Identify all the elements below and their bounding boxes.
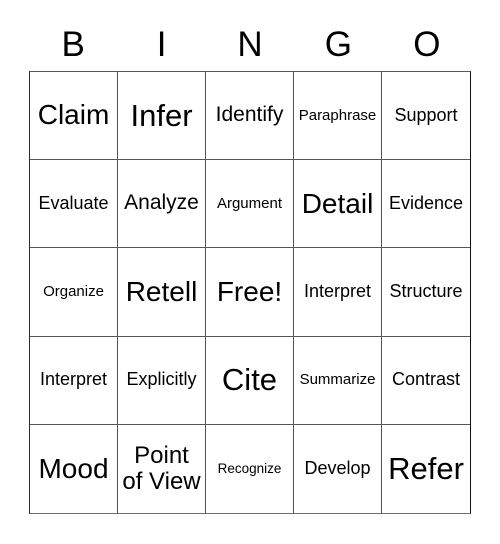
bingo-cell[interactable]: Interpret xyxy=(30,336,118,425)
bingo-cell[interactable]: Summarize xyxy=(294,336,382,425)
bingo-cell[interactable]: Claim xyxy=(30,72,118,161)
bingo-cell-label: Develop xyxy=(304,458,371,479)
bingo-cell[interactable]: Cite xyxy=(206,336,294,425)
bingo-cell-label: Structure xyxy=(389,281,463,302)
bingo-cell-label: Evidence xyxy=(388,193,464,214)
bingo-cell-label: Interpret xyxy=(39,369,108,390)
bingo-cell[interactable]: Support xyxy=(382,72,470,161)
bingo-cell[interactable]: Contrast xyxy=(382,336,470,425)
bingo-grid: Claim Infer Identify Paraphrase Support … xyxy=(29,71,471,514)
bingo-cell[interactable]: Infer xyxy=(118,72,206,161)
bingo-cell-label: Recognize xyxy=(217,460,282,476)
bingo-cell[interactable]: Point of View xyxy=(118,424,206,513)
bingo-cell-label: Point of View xyxy=(122,441,201,495)
header-letter-o: O xyxy=(413,25,441,64)
header-letter-g: G xyxy=(324,25,353,64)
bingo-cell[interactable]: Identify xyxy=(206,72,294,161)
bingo-cell-label: Interpret xyxy=(303,281,372,302)
bingo-cell-label: Paraphrase xyxy=(298,106,377,124)
bingo-cell-label: Support xyxy=(394,104,458,125)
bingo-cell-label: Analyze xyxy=(124,191,199,215)
bingo-cell-label: Cite xyxy=(221,362,278,398)
bingo-cell[interactable]: Retell xyxy=(118,248,206,337)
bingo-cell-label: Claim xyxy=(37,99,110,131)
bingo-cell-label: Infer xyxy=(130,97,193,133)
bingo-cell[interactable]: Refer xyxy=(382,424,470,513)
header-letter-i: I xyxy=(156,25,167,64)
bingo-cell[interactable]: Develop xyxy=(294,424,382,513)
bingo-cell[interactable]: Mood xyxy=(30,424,118,513)
bingo-card: B I N G O Claim Infer Identify Paraphras… xyxy=(0,0,500,544)
bingo-cell-label: Mood xyxy=(38,452,109,484)
bingo-cell-label: Contrast xyxy=(391,369,461,390)
bingo-cell[interactable]: Argument xyxy=(206,160,294,249)
bingo-cell-label: Identify xyxy=(215,103,284,127)
bingo-cell[interactable]: Evidence xyxy=(382,160,470,249)
bingo-cell[interactable]: Interpret xyxy=(294,248,382,337)
bingo-cell[interactable]: Evaluate xyxy=(30,160,118,249)
bingo-cell-label: Explicitly xyxy=(126,369,197,390)
header-letter-b: B xyxy=(61,25,85,64)
bingo-cell-label: Summarize xyxy=(299,371,376,389)
bingo-cell[interactable]: Organize xyxy=(30,248,118,337)
bingo-cell-label: Organize xyxy=(43,282,104,300)
bingo-header-row: B I N G O xyxy=(29,18,471,71)
bingo-cell-label: Argument xyxy=(216,194,283,212)
bingo-cell[interactable]: Recognize xyxy=(206,424,294,513)
bingo-cell[interactable]: Explicitly xyxy=(118,336,206,425)
bingo-cell-label: Refer xyxy=(388,451,464,487)
bingo-cell[interactable]: Paraphrase xyxy=(294,72,382,161)
bingo-cell-label: Evaluate xyxy=(38,193,109,214)
bingo-cell-label: Detail xyxy=(301,187,374,219)
bingo-cell-free-space[interactable]: Free! xyxy=(206,248,294,337)
bingo-cell[interactable]: Analyze xyxy=(118,160,206,249)
bingo-cell[interactable]: Detail xyxy=(294,160,382,249)
header-letter-n: N xyxy=(237,25,263,64)
bingo-cell[interactable]: Structure xyxy=(382,248,470,337)
bingo-free-space-label: Free! xyxy=(216,275,283,307)
bingo-cell-label: Retell xyxy=(125,275,198,307)
